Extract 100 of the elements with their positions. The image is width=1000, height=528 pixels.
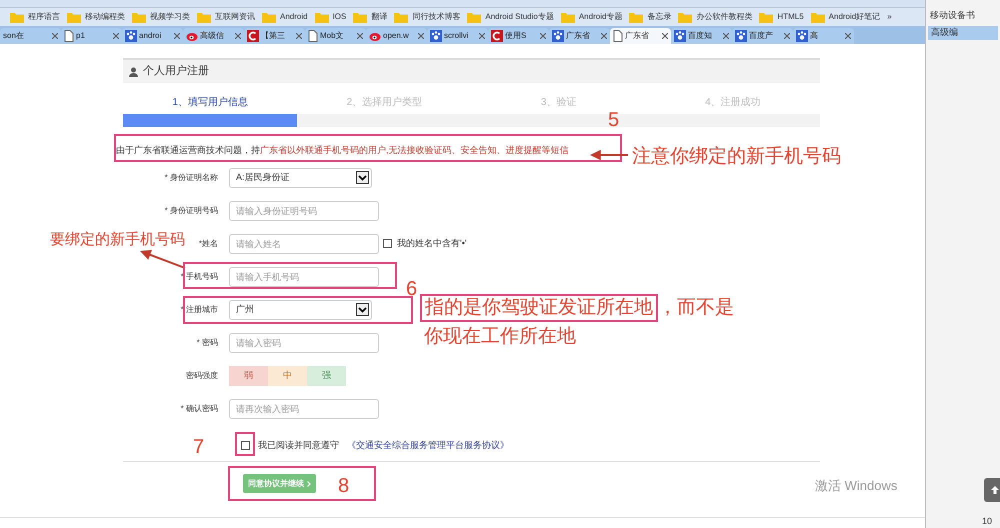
tab-title: 百度产	[749, 30, 774, 42]
side-bookmark[interactable]: 移动设备书	[930, 9, 1000, 22]
strength-segment: 弱	[229, 366, 268, 386]
bookmark[interactable]: 同行技术博客	[394, 11, 460, 23]
tab-title: 广东省	[566, 30, 591, 42]
bookmark[interactable]: Android专题	[560, 11, 622, 23]
browser-tab[interactable]: 百度知	[671, 28, 732, 44]
tab-title: 使用S	[505, 30, 528, 42]
close-icon[interactable]	[662, 33, 668, 39]
annotation-number: 5	[608, 108, 620, 133]
close-icon[interactable]	[418, 33, 424, 39]
folder-icon	[678, 12, 692, 22]
browser-tab[interactable]: 高	[793, 28, 854, 44]
chevron-right-icon	[307, 480, 311, 486]
input-field[interactable]: 请输入密码	[229, 332, 379, 352]
close-icon[interactable]	[479, 33, 485, 39]
close-icon[interactable]	[52, 33, 58, 39]
bookmark[interactable]: Android好笔记	[810, 11, 880, 23]
bookmark[interactable]: IOS	[314, 11, 346, 23]
bookmark[interactable]: 办公软件教程类	[678, 11, 752, 23]
select-value: A:居民身份证	[236, 170, 290, 184]
close-icon[interactable]	[845, 33, 851, 39]
bookmark[interactable]: Android Studio专题	[467, 11, 554, 23]
document-icon	[308, 30, 318, 42]
browser-tab[interactable]: 广东省	[610, 28, 671, 44]
browser-tab[interactable]: 百度产	[732, 28, 793, 44]
tab-title: 高	[810, 30, 819, 42]
field-label: 密码强度	[186, 370, 218, 382]
tab-title: 广东省	[625, 30, 650, 42]
bookmark[interactable]: Android	[262, 11, 308, 23]
browser-tab[interactable]: Mob文	[305, 28, 366, 44]
bookmark[interactable]: 互联网资讯	[197, 11, 255, 23]
close-icon[interactable]	[540, 33, 546, 39]
c-logo-icon	[491, 30, 503, 42]
close-icon[interactable]	[235, 33, 241, 39]
folder-icon	[759, 12, 774, 22]
input-field[interactable]: 请输入手机号码	[229, 266, 379, 286]
annotation-number: 6	[406, 277, 418, 302]
close-icon[interactable]	[174, 33, 180, 39]
annotation-text: 要绑定的新手机号码	[50, 230, 185, 250]
annotation-number: 8	[338, 474, 350, 499]
close-icon[interactable]	[296, 33, 302, 39]
input-field[interactable]: 请输入姓名	[229, 234, 379, 254]
agreement-link[interactable]: 《交通安全综合服务管理平台服务协议》	[347, 438, 509, 452]
field-label: * 身份证明名称	[164, 172, 218, 184]
folder-icon	[10, 12, 24, 22]
up-arrow-icon	[990, 485, 1000, 495]
browser-tab[interactable]: son在	[0, 28, 61, 44]
folder-icon	[810, 12, 825, 22]
folder-icon	[314, 12, 329, 22]
folder-icon	[262, 12, 276, 22]
input-field[interactable]: 请再次输入密码	[229, 398, 379, 418]
bookmark[interactable]: 视频学习类	[132, 11, 190, 23]
bookmark[interactable]: 备忘录	[629, 11, 672, 23]
bookmark[interactable]: 翻译	[353, 11, 388, 23]
browser-tab[interactable]: 使用S	[488, 28, 549, 44]
bookmark[interactable]: 程序语言	[10, 11, 60, 23]
browser-tab[interactable]: open.w	[366, 28, 427, 44]
bookmark[interactable]: 移动编程类	[67, 11, 125, 23]
close-icon[interactable]	[784, 33, 790, 39]
zoom-level[interactable]: 10	[982, 515, 992, 528]
browser-tab[interactable]: scrollvi	[427, 28, 488, 44]
browser-tab[interactable]: androi	[122, 28, 183, 44]
side-tab[interactable]: 高级编	[928, 26, 998, 40]
tab-title: androi	[139, 30, 162, 42]
back-to-top-button[interactable]	[984, 478, 1000, 502]
strength-segment: 强	[307, 366, 346, 386]
annotation-text: 你现在工作所在地	[424, 325, 576, 349]
checkbox[interactable]	[383, 239, 392, 248]
browser-tab[interactable]: 高级信	[183, 28, 244, 44]
more-bookmarks[interactable]: »	[887, 11, 892, 23]
pointer-arrow	[590, 150, 628, 160]
select-field[interactable]: 广州	[229, 300, 372, 320]
folder-icon	[197, 12, 211, 22]
close-icon[interactable]	[357, 33, 363, 39]
bookmark[interactable]: HTML5	[759, 11, 804, 23]
user-icon	[129, 66, 138, 76]
close-icon[interactable]	[601, 33, 607, 39]
annotation-frame	[235, 432, 255, 456]
annotation-text: 注意你绑定的新手机号码	[632, 145, 841, 169]
folder-icon	[394, 12, 408, 22]
browser-tab[interactable]: 【第三	[244, 28, 305, 44]
browser-tab[interactable]: 广东省	[549, 28, 610, 44]
step-label: 3、验证	[540, 96, 578, 110]
step-label: 2、选择用户类型	[346, 96, 424, 110]
paw-icon	[674, 30, 686, 42]
browser-tab[interactable]: p1	[61, 28, 122, 44]
agreement-checkbox[interactable]	[241, 440, 250, 450]
dropdown-icon	[356, 303, 369, 316]
folder-icon	[629, 12, 644, 22]
input-field[interactable]: 请输入身份证明号码	[229, 200, 379, 220]
tab-title: 【第三	[261, 30, 286, 42]
tab-title: 高级信	[200, 30, 225, 42]
document-icon	[64, 30, 74, 42]
select-field[interactable]: A:居民身份证	[229, 168, 372, 188]
close-icon[interactable]	[113, 33, 119, 39]
checkbox-label: 我的姓名中含有'•'	[397, 236, 467, 250]
close-icon[interactable]	[723, 33, 729, 39]
tab-title: son在	[3, 30, 25, 42]
paw-icon	[735, 30, 747, 42]
